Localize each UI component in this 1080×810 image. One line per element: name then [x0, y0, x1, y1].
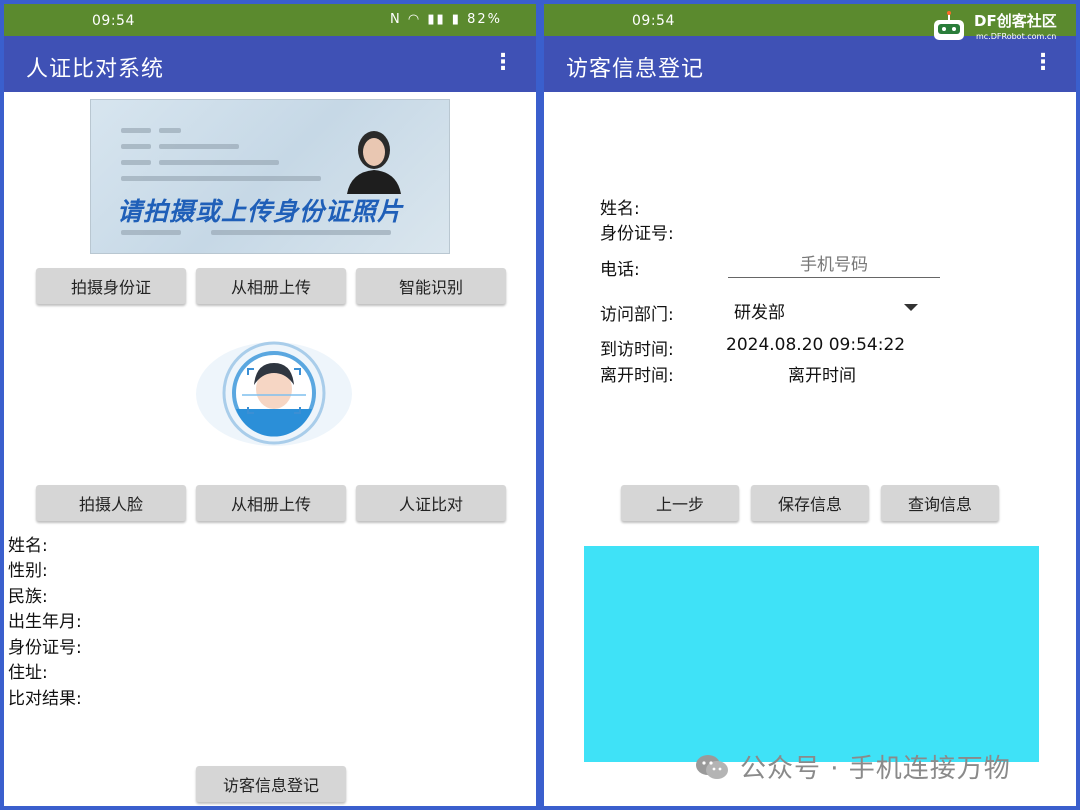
- status-icons: N ◠ ▮▮ ▮ 82%: [390, 12, 502, 27]
- query-result-area: [584, 546, 1039, 762]
- upload-id-album-button[interactable]: 从相册上传: [196, 268, 346, 304]
- dfrobot-logo: DF创客社区 mc.DFRobot.com.cn: [930, 6, 1075, 46]
- arrive-time-value: 2024.08.20 09:54:22: [726, 335, 906, 355]
- visitor-register-button[interactable]: 访客信息登记: [196, 766, 346, 802]
- visitor-leave-label: 离开时间:: [600, 366, 674, 386]
- upload-face-album-button[interactable]: 从相册上传: [196, 485, 346, 521]
- signal-icon: ▮▮: [427, 12, 446, 27]
- id-card-prompt: 请拍摄或上传身份证照片: [117, 197, 404, 226]
- app-bar: 人证比对系统 ⋮: [4, 36, 536, 92]
- wechat-icon: [696, 755, 728, 779]
- page-title: 人证比对系统: [26, 57, 165, 82]
- more-menu-icon[interactable]: ⋮: [492, 50, 514, 75]
- face-capture-icon[interactable]: [194, 339, 354, 449]
- prev-step-button[interactable]: 上一步: [621, 485, 739, 521]
- field-birth-label: 出生年月:: [8, 612, 82, 632]
- field-address-label: 住址:: [8, 663, 48, 683]
- battery-percent: 82%: [467, 12, 502, 27]
- phone-screen-id-compare: 09:54 N ◠ ▮▮ ▮ 82% 人证比对系统 ⋮ 请拍摄或上传身份证照片 …: [0, 0, 540, 810]
- field-name-label: 姓名:: [8, 536, 48, 556]
- page-title: 访客信息登记: [566, 57, 705, 82]
- more-menu-icon[interactable]: ⋮: [1032, 50, 1054, 75]
- visitor-phone-label: 电话:: [600, 260, 640, 280]
- status-time: 09:54: [632, 13, 675, 29]
- status-time: 09:54: [92, 13, 135, 29]
- phone-number-input[interactable]: 手机号码: [728, 250, 940, 278]
- wifi-icon: ◠: [407, 12, 422, 27]
- id-photo-portrait: [347, 131, 401, 194]
- department-select[interactable]: 研发部: [734, 298, 785, 323]
- logo-sub-text: mc.DFRobot.com.cn: [976, 32, 1057, 41]
- capture-id-button[interactable]: 拍摄身份证: [36, 268, 186, 304]
- status-bar: 09:54 N ◠ ▮▮ ▮ 82%: [4, 4, 536, 36]
- watermark-text: 公众号 · 手机连接万物: [740, 754, 1011, 784]
- dropdown-arrow-icon[interactable]: [904, 304, 918, 311]
- logo-brand-text: DF创客社区: [974, 12, 1057, 30]
- robot-logo-icon: [934, 11, 964, 40]
- smart-recognize-button[interactable]: 智能识别: [356, 268, 506, 304]
- field-gender-label: 性别:: [8, 561, 48, 581]
- visitor-department-label: 访问部门:: [600, 305, 674, 325]
- visitor-id-label: 身份证号:: [600, 224, 674, 244]
- query-info-button[interactable]: 查询信息: [881, 485, 999, 521]
- phone-screen-visitor: 09:54 访客信息登记 ⋮ 姓名: 身份证号: 电话: 手机号码 访问部门: …: [540, 0, 1080, 810]
- field-id-number-label: 身份证号:: [8, 638, 82, 658]
- id-card-image[interactable]: 请拍摄或上传身份证照片: [90, 99, 450, 254]
- field-result-label: 比对结果:: [8, 689, 82, 709]
- compare-button[interactable]: 人证比对: [356, 485, 506, 521]
- battery-icon: ▮: [451, 12, 461, 27]
- field-ethnicity-label: 民族:: [8, 587, 48, 607]
- visitor-name-label: 姓名:: [600, 199, 640, 219]
- capture-face-button[interactable]: 拍摄人脸: [36, 485, 186, 521]
- nfc-icon: N: [389, 12, 402, 27]
- leave-time-field[interactable]: 离开时间: [788, 361, 856, 386]
- visitor-arrive-label: 到访时间:: [600, 340, 674, 360]
- save-info-button[interactable]: 保存信息: [751, 485, 869, 521]
